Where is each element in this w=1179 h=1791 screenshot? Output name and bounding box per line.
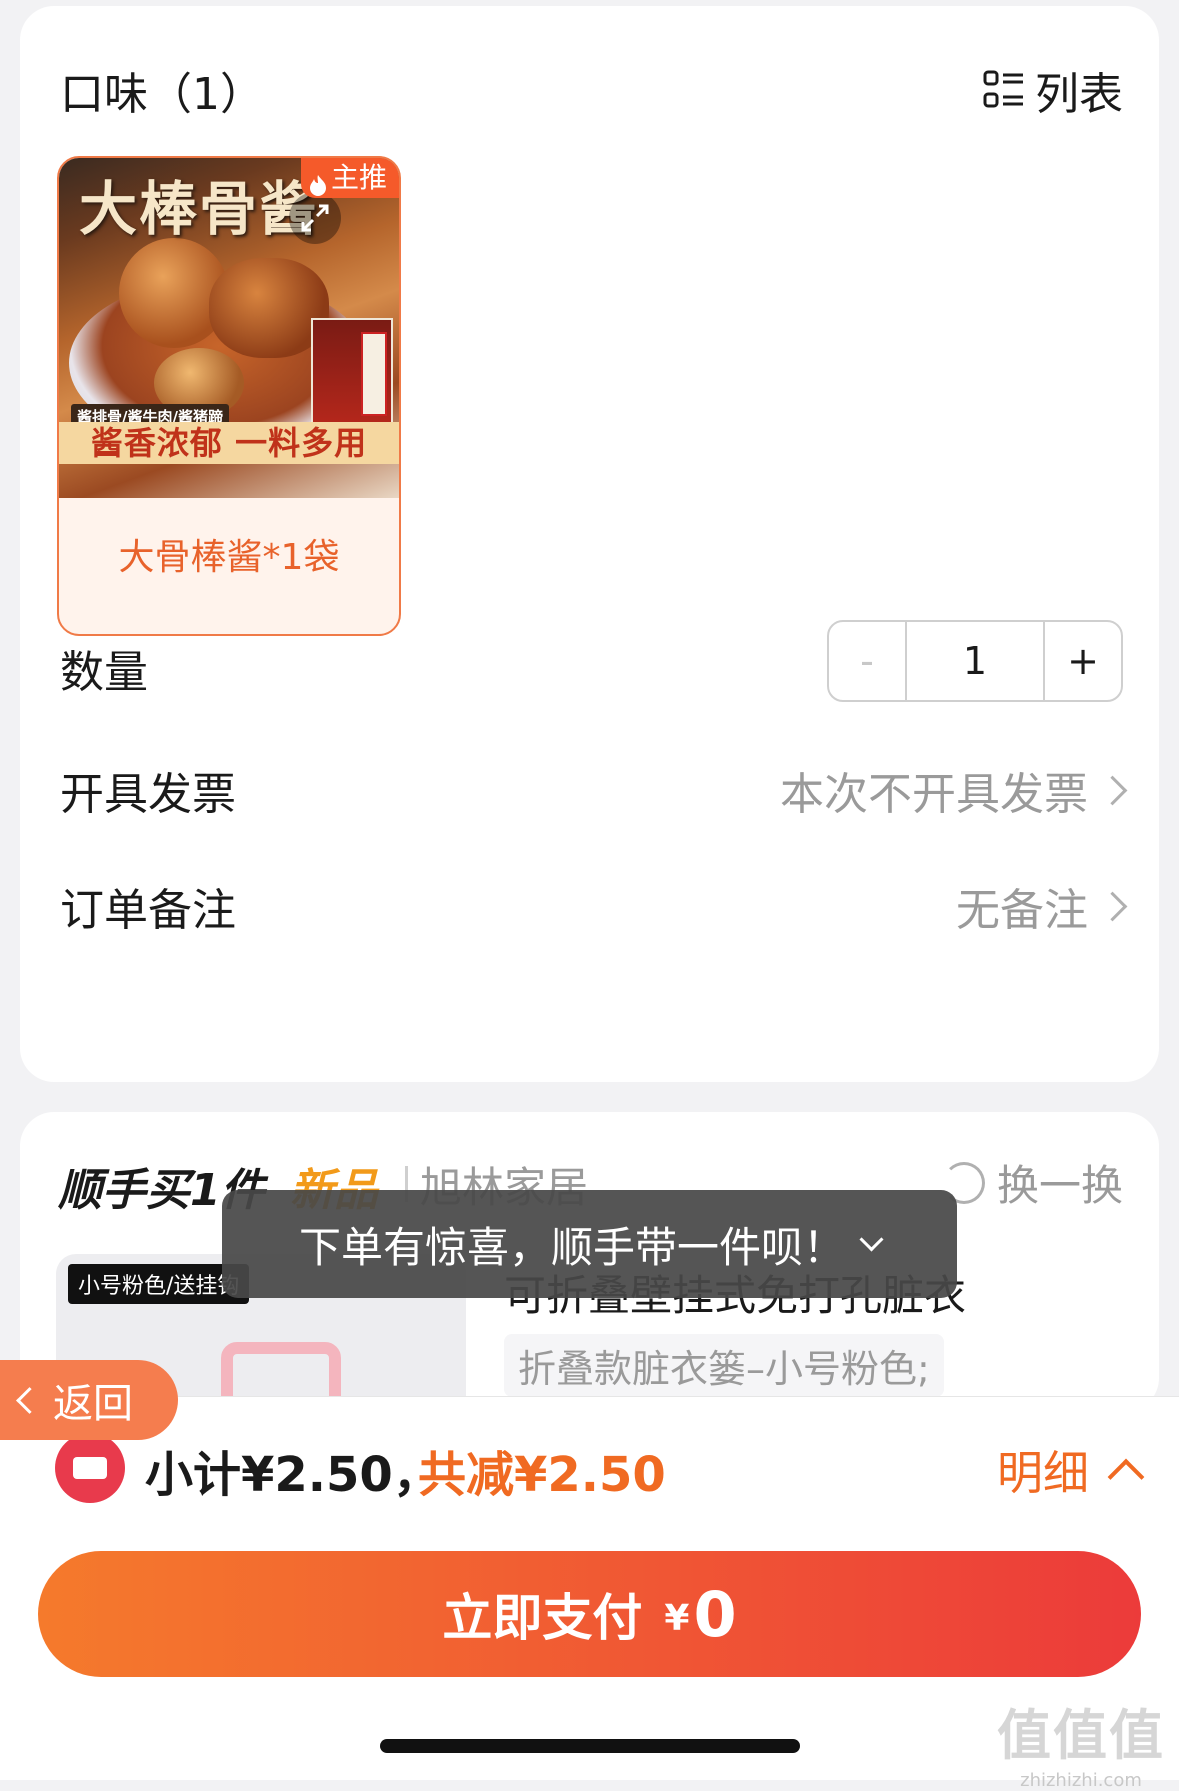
- watermark-main: 值值值: [997, 1704, 1165, 1767]
- list-icon: [983, 68, 1027, 112]
- list-toggle-label: 列表: [1035, 69, 1123, 120]
- flame-icon: [309, 167, 327, 196]
- swap-button[interactable]: 换一换: [942, 1152, 1123, 1213]
- checkout-bar: 小计¥2.50， 共减¥2.50 明细 立即支付 ¥ 0 值值值 zhizhiz…: [0, 1396, 1179, 1791]
- pay-label: 立即支付: [442, 1589, 643, 1647]
- promo-toast[interactable]: 下单有惊喜，顺手带一件呗！: [222, 1190, 957, 1298]
- quantity-label: 数量: [60, 647, 148, 698]
- order-note-selector[interactable]: 无备注: [956, 874, 1128, 938]
- subtotal-text: 小计¥2.50，: [145, 1447, 441, 1503]
- quantity-stepper: - 1 +: [827, 620, 1123, 702]
- toast-text: 下单有惊喜，顺手带一件呗！: [298, 1222, 845, 1272]
- pay-now-button[interactable]: 立即支付 ¥ 0: [38, 1551, 1141, 1677]
- chevron-right-icon: [1097, 891, 1128, 921]
- coupon-icon: [55, 1433, 125, 1503]
- pay-currency: ¥: [664, 1597, 690, 1639]
- featured-badge-label: 主推: [330, 161, 387, 194]
- detail-label: 明细: [997, 1446, 1089, 1500]
- order-note-value: 无备注: [956, 885, 1088, 936]
- watermark-sub: zhizhizhi.com: [1020, 1770, 1142, 1791]
- invoice-value: 本次不开具发票: [780, 769, 1088, 820]
- chevron-down-icon: [859, 1226, 884, 1252]
- order-note-label: 订单备注: [60, 885, 236, 936]
- image-slogan: 酱香浓郁 一料多用: [59, 422, 399, 464]
- increase-button[interactable]: +: [1045, 622, 1121, 700]
- expand-icon[interactable]: [289, 192, 341, 244]
- order-options-card: 口味（1） 列表 大棒骨酱 酱排骨/酱牛肉/酱猪蹄 酱香浓郁 一料多用 主推 大…: [20, 6, 1159, 1082]
- featured-badge: 主推: [300, 158, 399, 198]
- back-button[interactable]: 返回: [0, 1360, 178, 1440]
- image-brand-text: 大棒骨酱: [79, 175, 320, 243]
- flavor-option-tile[interactable]: 大棒骨酱 酱排骨/酱牛肉/酱猪蹄 酱香浓郁 一料多用 主推 大骨棒酱*1袋: [57, 156, 401, 636]
- list-view-toggle[interactable]: 列表: [983, 58, 1123, 122]
- product-image[interactable]: 大棒骨酱 酱排骨/酱牛肉/酱猪蹄 酱香浓郁 一料多用 主推: [59, 158, 399, 498]
- decrease-button[interactable]: -: [829, 622, 905, 700]
- recommend-product-spec[interactable]: 折叠款脏衣篓–小号粉色;: [504, 1334, 944, 1397]
- pay-amount: 0: [693, 1577, 737, 1651]
- back-label: 返回: [53, 1381, 133, 1427]
- invoice-selector[interactable]: 本次不开具发票: [780, 758, 1128, 822]
- watermark-logo: 值值值 zhizhizhi.com: [997, 1691, 1165, 1791]
- discount-text: 共减¥2.50: [418, 1447, 666, 1503]
- swap-label: 换一换: [996, 1161, 1123, 1210]
- flavor-title: 口味（1）: [60, 69, 264, 120]
- home-indicator: [380, 1739, 800, 1753]
- chevron-left-icon: [16, 1386, 43, 1414]
- price-detail-toggle[interactable]: 明细: [997, 1437, 1145, 1503]
- sauce-package: [311, 318, 393, 434]
- invoice-label: 开具发票: [60, 769, 236, 820]
- chevron-right-icon: [1097, 775, 1128, 805]
- quantity-input[interactable]: 1: [905, 622, 1045, 700]
- product-name: 大骨棒酱*1袋: [118, 537, 340, 578]
- chevron-up-icon: [1107, 1458, 1145, 1496]
